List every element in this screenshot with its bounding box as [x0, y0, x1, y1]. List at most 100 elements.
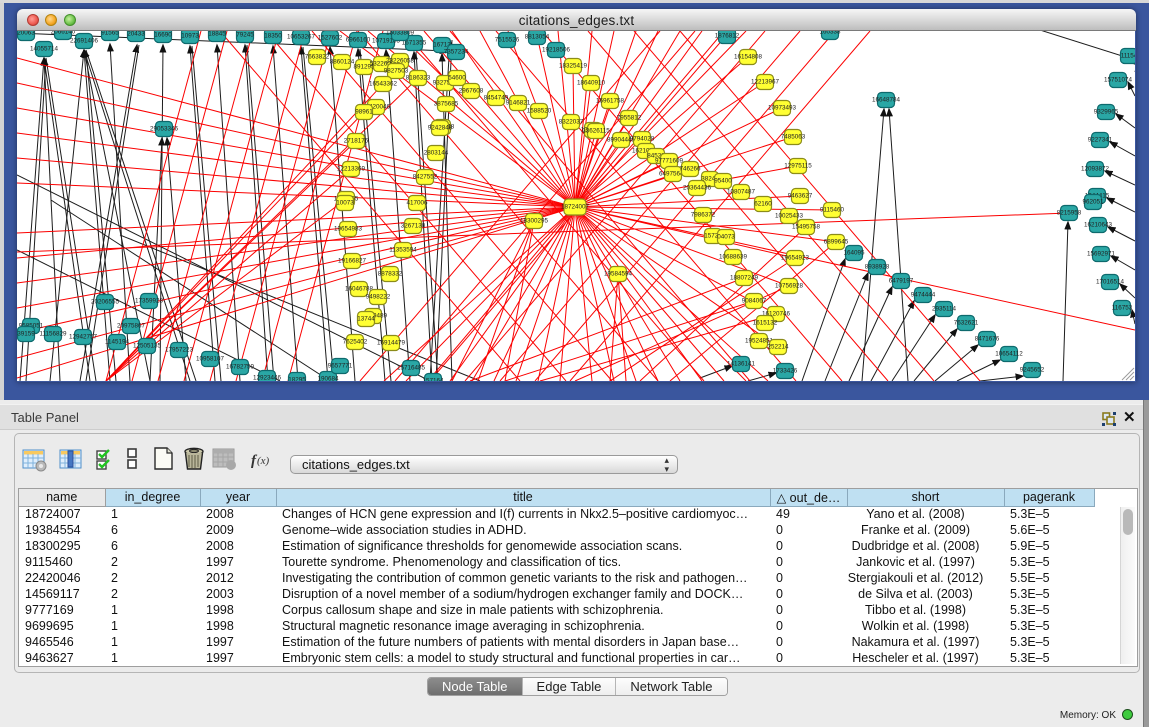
svg-text:6966160: 6966160 — [346, 37, 371, 44]
svg-text:8427552: 8427552 — [413, 174, 438, 181]
svg-text:8322037: 8322037 — [559, 119, 584, 126]
svg-text:9146821: 9146821 — [506, 100, 531, 107]
svg-text:7986372: 7986372 — [691, 212, 716, 219]
svg-text:13626115: 13626115 — [582, 128, 610, 135]
svg-text:6479197: 6479197 — [889, 278, 914, 285]
svg-text:16033809: 16033809 — [386, 31, 415, 37]
svg-text:9498222: 9498222 — [366, 294, 391, 301]
svg-text:11353594: 11353594 — [389, 247, 417, 254]
svg-text:2935114: 2935114 — [932, 306, 957, 313]
svg-text:04073: 04073 — [717, 234, 735, 241]
svg-text:10756928: 10756928 — [775, 283, 804, 290]
svg-text:10025433: 10025433 — [775, 213, 804, 220]
svg-text:7625402: 7625402 — [343, 339, 368, 346]
svg-text:18724007: 18724007 — [561, 204, 590, 211]
svg-text:2718176: 2718176 — [344, 138, 369, 145]
svg-text:62160: 62160 — [754, 201, 772, 208]
svg-text:20206555: 20206555 — [91, 299, 120, 306]
svg-text:962051: 962051 — [1082, 199, 1104, 206]
svg-text:1876812: 1876812 — [715, 33, 740, 40]
svg-text:91565: 91565 — [101, 31, 119, 37]
svg-text:164095: 164095 — [843, 250, 865, 257]
svg-text:9463627: 9463627 — [788, 193, 813, 200]
svg-text:20433: 20433 — [127, 31, 145, 38]
svg-text:3875685: 3875685 — [434, 101, 459, 108]
svg-text:8878332: 8878332 — [378, 271, 403, 278]
svg-text:17359928: 17359928 — [135, 298, 164, 305]
svg-text:2803144: 2803144 — [424, 150, 449, 157]
svg-text:16648784: 16648784 — [872, 97, 901, 104]
svg-text:6899645: 6899645 — [824, 239, 849, 246]
svg-text:19654923: 19654923 — [781, 255, 810, 262]
svg-text:10073: 10073 — [336, 200, 354, 207]
svg-text:8938928: 8938928 — [865, 264, 890, 271]
svg-text:9474444: 9474444 — [911, 292, 936, 299]
svg-text:54600: 54600 — [448, 75, 466, 82]
svg-text:11154: 11154 — [1121, 53, 1135, 60]
svg-text:15716485: 15716485 — [397, 365, 426, 372]
svg-text:14055714: 14055714 — [30, 46, 59, 53]
svg-text:12213967: 12213967 — [751, 79, 780, 86]
svg-text:39159: 39159 — [17, 331, 35, 338]
svg-text:417006: 417006 — [406, 200, 428, 207]
svg-text:7663822: 7663822 — [305, 54, 330, 61]
svg-text:8813054: 8813054 — [525, 34, 550, 41]
svg-text:8860124: 8860124 — [330, 59, 355, 66]
svg-text:10688639: 10688639 — [719, 254, 748, 261]
svg-text:3267130: 3267130 — [401, 223, 426, 230]
svg-text:16210643: 16210643 — [1084, 222, 1113, 229]
svg-text:157164: 157164 — [422, 378, 444, 382]
svg-text:10973: 10973 — [181, 33, 199, 40]
svg-text:12975115: 12975115 — [784, 163, 812, 170]
svg-text:1145194: 1145194 — [105, 339, 130, 346]
svg-text:11156829: 11156829 — [39, 331, 67, 338]
svg-text:8215958: 8215958 — [1057, 210, 1082, 217]
svg-text:16154808: 16154808 — [734, 54, 763, 61]
svg-text:252214: 252214 — [767, 344, 789, 351]
svg-text:1588520: 1588520 — [527, 108, 552, 115]
svg-text:18325419: 18325419 — [559, 63, 588, 70]
svg-text:9794028: 9794028 — [630, 136, 655, 143]
svg-text:7485063: 7485063 — [781, 134, 806, 141]
svg-text:9242848: 9242848 — [428, 125, 453, 132]
svg-text:190684: 190684 — [317, 376, 339, 382]
svg-text:10973493: 10973493 — [768, 105, 797, 112]
svg-text:79245: 79245 — [236, 32, 254, 39]
svg-text:19166827: 19166827 — [338, 258, 367, 265]
svg-text:16914479: 16914479 — [377, 340, 406, 347]
svg-text:2066140: 2066140 — [51, 31, 76, 36]
svg-text:10653267: 10653267 — [287, 34, 316, 41]
svg-text:16782759: 16782759 — [226, 364, 255, 371]
svg-text:746266: 746266 — [679, 166, 701, 173]
svg-text:1733426: 1733426 — [773, 368, 798, 375]
svg-text:29053346: 29053346 — [150, 126, 179, 133]
svg-text:15692971: 15692971 — [1087, 251, 1116, 258]
svg-text:7955812: 7955812 — [617, 115, 642, 122]
svg-text:18295: 18295 — [288, 377, 306, 382]
svg-text:9657771: 9657771 — [328, 363, 353, 370]
svg-text:10654112: 10654112 — [995, 351, 1023, 358]
svg-text:15751074: 15751074 — [1104, 77, 1133, 84]
svg-text:7632621: 7632621 — [954, 320, 979, 327]
svg-text:22691406: 22691406 — [70, 38, 99, 45]
svg-text:9084067: 9084067 — [742, 298, 767, 305]
svg-text:10807487: 10807487 — [727, 189, 756, 196]
svg-text:17016514: 17016514 — [1096, 279, 1125, 286]
svg-text:12923446: 12923446 — [253, 375, 282, 382]
svg-text:18807249: 18807249 — [730, 275, 759, 282]
svg-text:16961758: 16961758 — [596, 98, 625, 105]
svg-text:8186323: 8186323 — [406, 75, 431, 82]
svg-text:12213369: 12213369 — [337, 166, 366, 173]
svg-text:16046788: 16046788 — [345, 286, 374, 293]
svg-text:15495758: 15495758 — [792, 224, 821, 231]
svg-text:13744: 13744 — [357, 316, 375, 323]
svg-text:9827503: 9827503 — [384, 68, 409, 75]
svg-text:2967608: 2967608 — [459, 88, 484, 95]
svg-text:7515526: 7515526 — [495, 37, 520, 44]
svg-text:19584594: 19584594 — [604, 271, 633, 278]
svg-text:9115460: 9115460 — [820, 207, 845, 214]
svg-text:95400: 95400 — [714, 178, 732, 185]
svg-text:1615132: 1615132 — [753, 320, 778, 327]
svg-text:14136141: 14136141 — [727, 361, 756, 368]
svg-text:17957223: 17957223 — [165, 347, 194, 354]
